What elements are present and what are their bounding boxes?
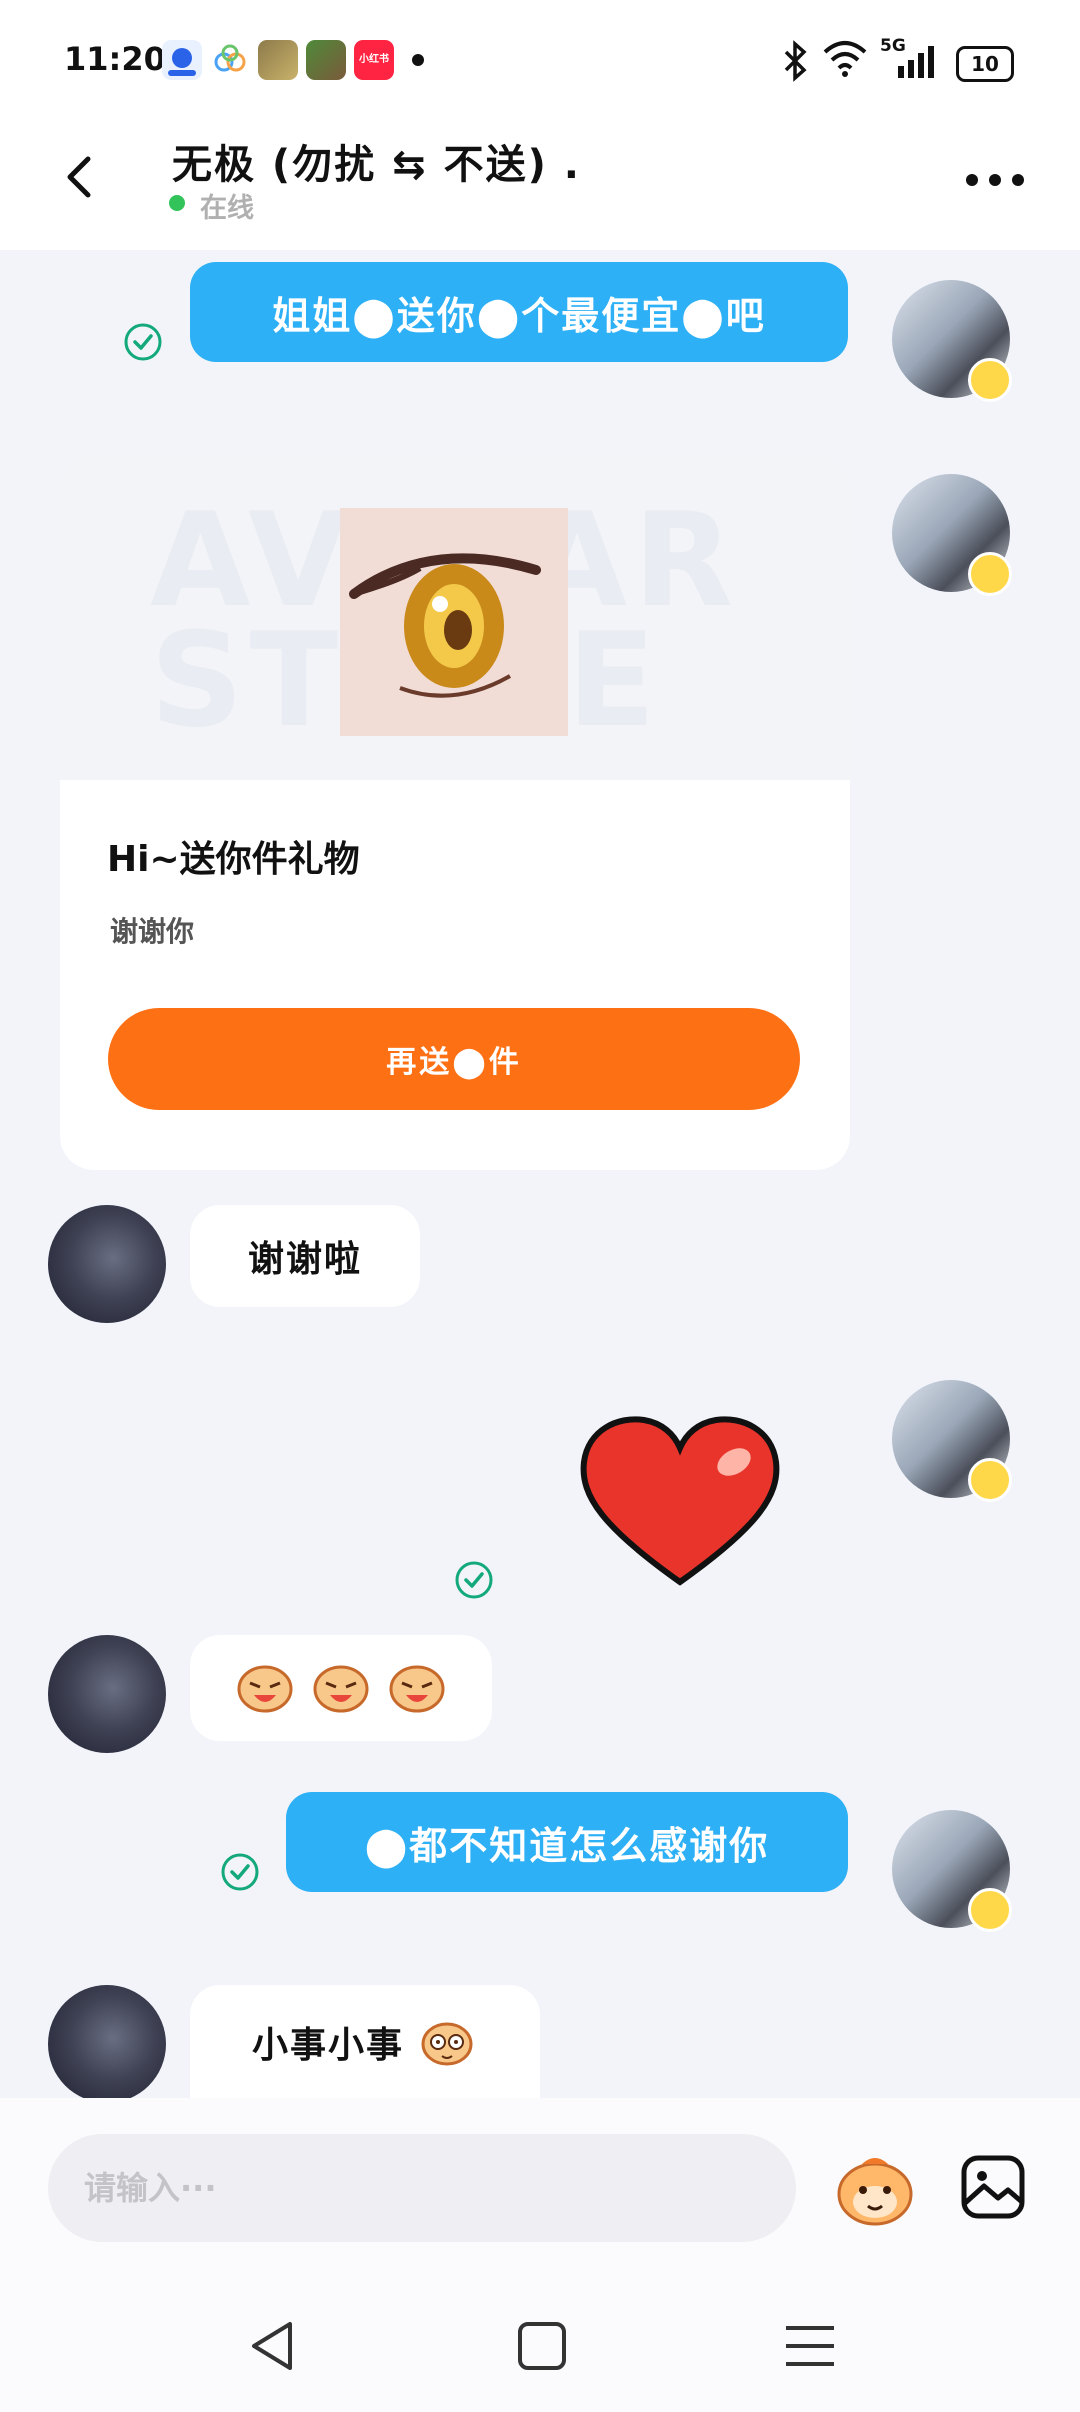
cloud-app-icon <box>210 40 250 80</box>
read-check-icon <box>454 1560 494 1600</box>
laughing-monkey-emoji <box>313 1665 369 1713</box>
gift-subtitle: 谢谢你 <box>110 915 195 948</box>
emoji-picker-button[interactable] <box>832 2150 918 2230</box>
wifi-icon <box>822 38 868 78</box>
read-check-icon <box>123 322 163 362</box>
message-text: 小事小事 <box>251 2024 404 2066</box>
contact-avatar[interactable] <box>48 1635 166 1753</box>
contact-avatar[interactable] <box>48 1985 166 2103</box>
nav-back-button[interactable] <box>244 2316 304 2376</box>
clock: 11:20 <box>64 40 166 78</box>
message-bubble-incoming[interactable]: 谢谢啦 <box>190 1205 420 1307</box>
nav-home-button[interactable] <box>514 2318 570 2374</box>
game-app-icon <box>258 40 298 80</box>
message-text: 姐姐⬤送你⬤个最便宜⬤吧 <box>272 293 766 338</box>
battery-indicator: 10 <box>956 46 1014 82</box>
read-check-icon <box>220 1852 260 1892</box>
contact-name: 无极 (勿扰 ⇆ 不送) . <box>172 142 581 188</box>
send-another-gift-button[interactable]: 再送⬤件 <box>108 1008 800 1110</box>
laughing-monkey-emoji <box>237 1665 293 1713</box>
notification-dot <box>412 54 424 66</box>
more-icon <box>966 174 1024 186</box>
message-bubble-incoming[interactable] <box>190 1635 492 1741</box>
message-bubble-outgoing[interactable]: 姐姐⬤送你⬤个最便宜⬤吧 <box>190 262 848 362</box>
heart-icon <box>580 1416 780 1586</box>
menu-recents-icon <box>786 2326 834 2366</box>
message-bubble-incoming[interactable]: 小事小事 <box>190 1985 540 2098</box>
nav-recents-button[interactable] <box>782 2318 838 2374</box>
avatar-badge-icon <box>968 358 1012 402</box>
online-status-text: 在线 <box>200 193 254 224</box>
triangle-back-icon <box>252 2322 292 2370</box>
bluetooth-icon <box>780 40 810 82</box>
image-picker-button[interactable] <box>960 2154 1026 2220</box>
contact-avatar[interactable] <box>48 1205 166 1323</box>
message-input[interactable] <box>48 2134 796 2242</box>
signal-icon <box>896 44 936 78</box>
square-home-icon <box>518 2322 566 2370</box>
message-bubble-outgoing[interactable]: ⬤都不知道怎么感谢你 <box>286 1792 848 1892</box>
monkey-sticker-icon <box>837 2158 913 2226</box>
message-text: 谢谢啦 <box>247 1239 362 1280</box>
send-another-gift-label: 再送⬤件 <box>386 1045 522 1080</box>
more-options-button[interactable] <box>960 160 1030 200</box>
chevron-left-icon <box>67 156 91 198</box>
xiaohongshu-icon: 小红书 <box>354 40 394 80</box>
avatar-badge-icon <box>968 1458 1012 1502</box>
gift-title: Hi~送你件礼物 <box>107 839 360 880</box>
image-icon <box>961 2155 1025 2219</box>
anime-eye-image <box>349 553 541 698</box>
gift-image <box>340 508 568 736</box>
avatar-badge-icon <box>968 552 1012 596</box>
message-text: ⬤都不知道怎么感谢你 <box>364 1823 770 1868</box>
online-status-dot <box>169 195 185 211</box>
avatar-badge-icon <box>968 1888 1012 1932</box>
heart-sticker[interactable] <box>574 1410 786 1590</box>
monkey-emoji <box>421 2022 473 2065</box>
laughing-monkey-emoji <box>389 1665 445 1713</box>
game2-app-icon <box>306 40 346 80</box>
baidu-icon <box>162 40 202 80</box>
back-button[interactable] <box>50 145 114 209</box>
